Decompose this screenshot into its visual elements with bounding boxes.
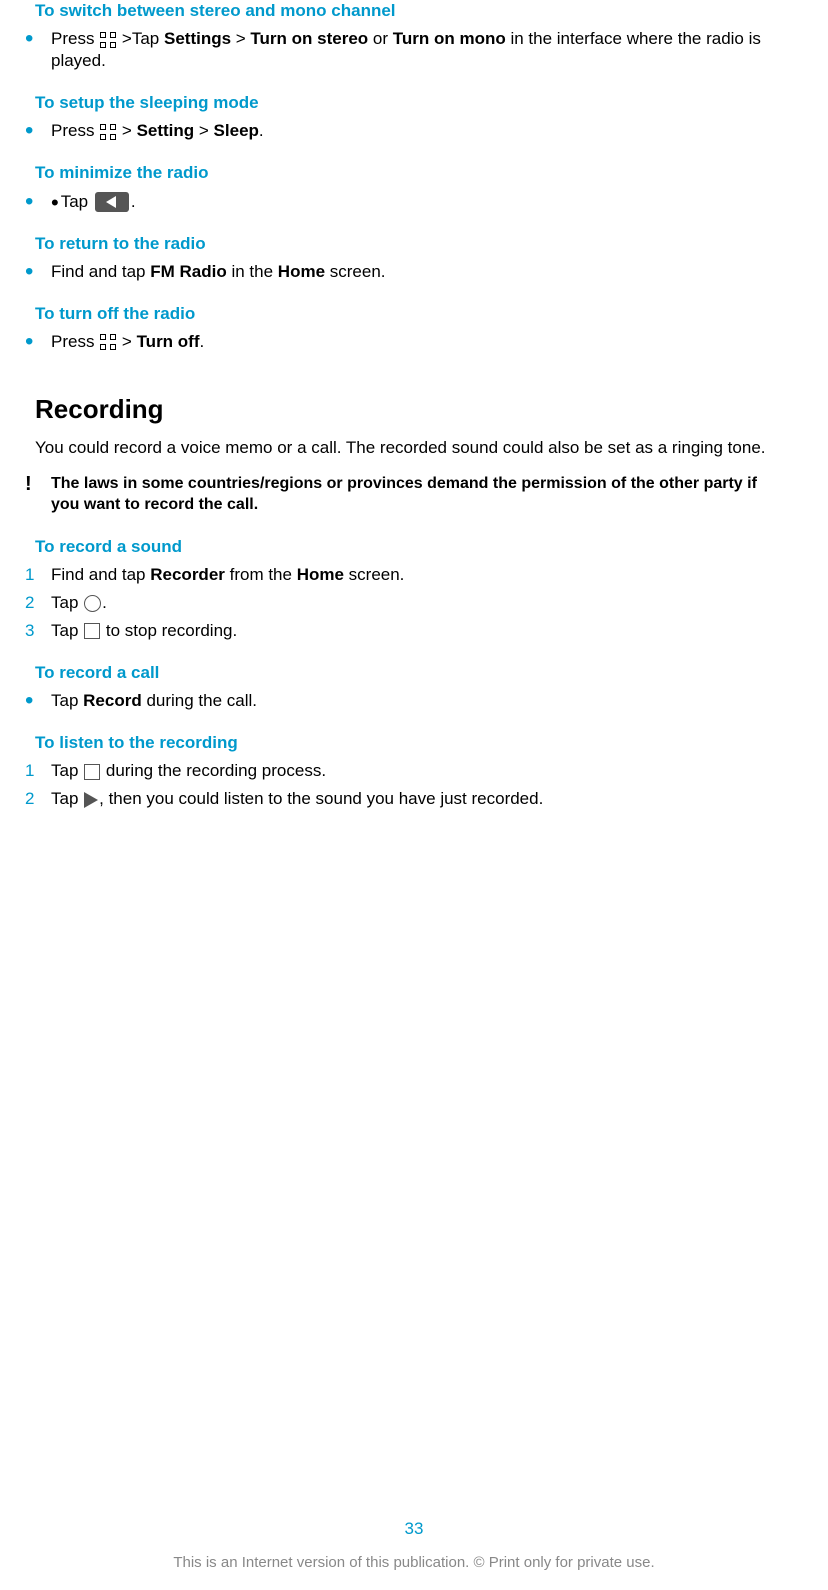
section-title-record-sound: To record a sound [35,536,793,558]
bullet-icon: • [25,191,51,213]
back-button-icon [95,192,129,212]
menu-grid-icon [100,32,116,48]
step-number: 2 [25,788,51,810]
section-title-listen: To listen to the recording [35,732,793,754]
footer-note: This is an Internet version of this publ… [0,1553,828,1573]
step-number: 2 [25,592,51,614]
bullet-icon: • [25,120,51,142]
page-number: 33 [0,1518,828,1540]
instruction-text: Tap during the recording process. [51,760,793,782]
section-title-return-radio: To return to the radio [35,233,793,255]
bullet-icon: • [25,331,51,353]
instruction-text: Tap Record during the call. [51,690,793,712]
heading-recording: Recording [35,393,793,427]
step-row: 1 Find and tap Recorder from the Home sc… [35,564,793,586]
bullet-icon: • [25,690,51,712]
instruction-text: Press >Tap Settings > Turn on stereo or … [51,28,793,72]
instruction-text: Press > Setting > Sleep. [51,120,793,142]
record-circle-icon [84,595,101,612]
stop-square-icon [84,764,100,780]
bullet-row: • Press > Setting > Sleep. [35,120,793,142]
section-title-switch-channel: To switch between stereo and mono channe… [35,0,793,22]
step-row: 2 Tap , then you could listen to the sou… [35,788,793,810]
step-row: 2 Tap . [35,592,793,614]
section-title-turn-off: To turn off the radio [35,303,793,325]
play-triangle-icon [84,792,98,808]
section-title-minimize: To minimize the radio [35,162,793,184]
step-row: 3 Tap to stop recording. [35,620,793,642]
instruction-text: •Tap . [51,191,793,213]
inner-bullet-icon: • [51,197,59,208]
menu-grid-icon [100,334,116,350]
menu-grid-icon [100,124,116,140]
step-number: 1 [25,564,51,586]
instruction-text: Tap . [51,592,793,614]
bullet-icon: • [25,261,51,283]
warning-text: The laws in some countries/regions or pr… [51,474,793,516]
step-number: 3 [25,620,51,642]
warning-icon: ! [25,474,51,494]
section-title-sleeping-mode: To setup the sleeping mode [35,92,793,114]
bullet-row: • Press >Tap Settings > Turn on stereo o… [35,28,793,72]
bullet-icon: • [25,28,51,50]
step-row: 1 Tap during the recording process. [35,760,793,782]
instruction-text: Find and tap FM Radio in the Home screen… [51,261,793,283]
warning-row: ! The laws in some countries/regions or … [35,474,793,516]
instruction-text: Tap to stop recording. [51,620,793,642]
instruction-text: Tap , then you could listen to the sound… [51,788,793,810]
bullet-row: • •Tap . [35,191,793,213]
stop-square-icon [84,623,100,639]
bullet-row: • Find and tap FM Radio in the Home scre… [35,261,793,283]
instruction-text: Find and tap Recorder from the Home scre… [51,564,793,586]
recording-intro: You could record a voice memo or a call.… [35,437,793,459]
instruction-text: Press > Turn off. [51,331,793,353]
step-number: 1 [25,760,51,782]
bullet-row: • Press > Turn off. [35,331,793,353]
bullet-row: • Tap Record during the call. [35,690,793,712]
section-title-record-call: To record a call [35,662,793,684]
